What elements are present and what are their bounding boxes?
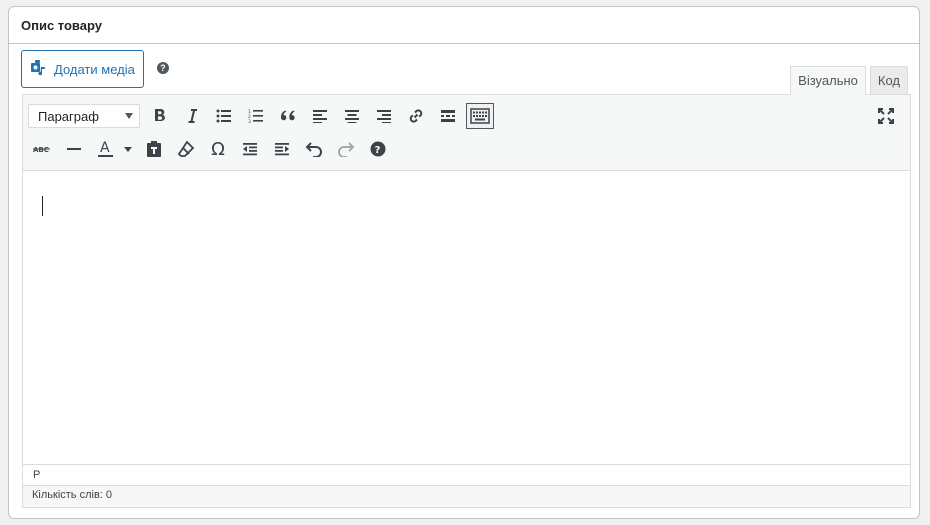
paste-as-text-icon[interactable]	[140, 136, 168, 162]
text-cursor	[42, 196, 43, 216]
editor-tabs: Візуально Код	[790, 66, 908, 95]
bold-icon[interactable]	[146, 103, 174, 129]
toolbar-row-1: Параграф 123	[28, 103, 498, 129]
indent-icon[interactable]	[268, 136, 296, 162]
fullscreen-icon[interactable]	[872, 103, 900, 129]
numbered-list-icon[interactable]: 123	[242, 103, 270, 129]
format-select[interactable]: Параграф	[28, 104, 140, 128]
media-icon	[30, 59, 48, 80]
word-count: Кількість слів: 0	[32, 489, 113, 501]
element-path-bar: P	[23, 464, 910, 485]
align-left-icon[interactable]	[306, 103, 334, 129]
redo-icon[interactable]	[332, 136, 360, 162]
editor-container: Параграф 123 ABC A Ω ? P Кількість слів:…	[22, 94, 911, 508]
special-character-icon[interactable]: Ω	[204, 136, 232, 162]
toolbar-toggle-icon[interactable]	[466, 103, 494, 129]
tab-visual[interactable]: Візуально	[790, 66, 866, 95]
svg-text:A: A	[100, 140, 110, 156]
align-right-icon[interactable]	[370, 103, 398, 129]
text-color-icon[interactable]: A	[92, 136, 136, 162]
insert-link-icon[interactable]	[402, 103, 430, 129]
align-center-icon[interactable]	[338, 103, 366, 129]
format-select-value: Параграф	[38, 108, 99, 124]
clear-formatting-icon[interactable]	[172, 136, 200, 162]
bulleted-list-icon[interactable]	[210, 103, 238, 129]
toolbar-row-2: ABC A Ω ?	[28, 136, 396, 162]
italic-icon[interactable]	[178, 103, 206, 129]
media-buttons-row: Додати медіа ?	[21, 49, 169, 89]
chevron-down-icon	[125, 113, 133, 119]
tab-code[interactable]: Код	[869, 66, 908, 94]
blockquote-icon[interactable]	[274, 103, 302, 129]
outdent-icon[interactable]	[236, 136, 264, 162]
keyboard-shortcuts-icon[interactable]: ?	[364, 136, 392, 162]
editor-toolbar: Параграф 123 ABC A Ω ?	[23, 95, 910, 171]
element-path[interactable]: P	[33, 469, 40, 481]
horizontal-line-icon[interactable]	[60, 136, 88, 162]
svg-text:ABC: ABC	[33, 146, 49, 154]
read-more-icon[interactable]	[434, 103, 462, 129]
svg-text:3: 3	[248, 119, 251, 123]
panel-title: Опис товару	[21, 17, 102, 33]
content-editor-area[interactable]	[23, 171, 910, 464]
strikethrough-icon[interactable]: ABC	[28, 136, 56, 162]
undo-icon[interactable]	[300, 136, 328, 162]
svg-text:?: ?	[375, 145, 381, 156]
panel-header: Опис товару	[9, 7, 919, 44]
add-media-button[interactable]: Додати медіа	[21, 50, 144, 88]
add-media-label: Додати медіа	[54, 61, 135, 77]
product-description-panel: Опис товару Додати медіа ? Візуально Код…	[8, 6, 920, 519]
help-icon[interactable]: ?	[156, 62, 169, 74]
word-count-bar: Кількість слів: 0	[23, 485, 910, 507]
